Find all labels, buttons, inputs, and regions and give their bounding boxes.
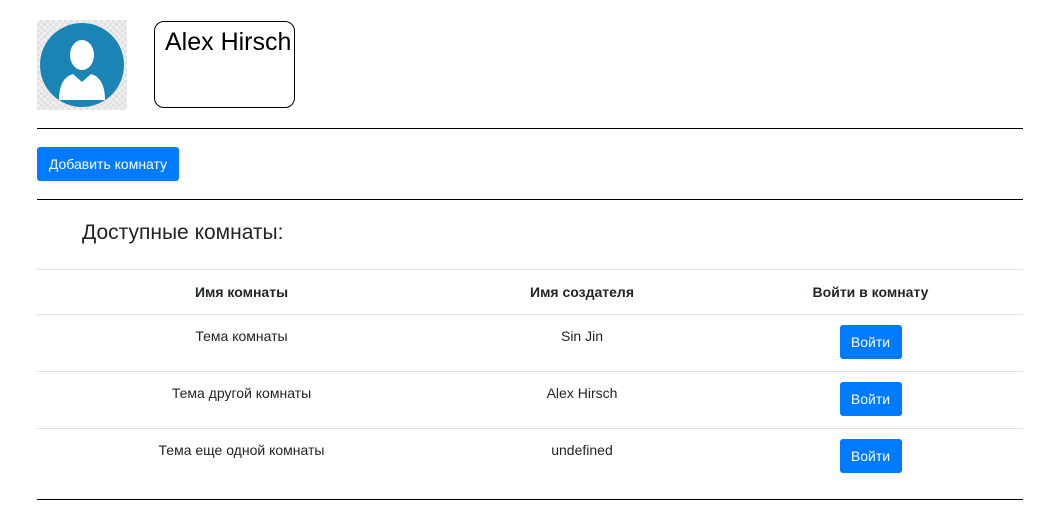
user-name-box: Alex Hirsch xyxy=(154,21,295,108)
rooms-section-title: Доступные комнаты: xyxy=(82,221,284,244)
table-header-row: Имя комнаты Имя создателя Войти в комнат… xyxy=(37,269,1023,315)
divider-top xyxy=(37,128,1023,129)
divider-middle xyxy=(37,199,1023,200)
enter-cell: Войти xyxy=(718,371,1023,429)
column-header-enter: Войти в комнату xyxy=(718,269,1023,315)
table-row: Тема другой комнаты Alex Hirsch Войти xyxy=(37,371,1023,429)
divider-bottom xyxy=(37,499,1023,500)
enter-room-button[interactable]: Войти xyxy=(839,439,902,473)
table-row: Тема комнаты Sin Jin Войти xyxy=(37,314,1023,372)
user-avatar-icon xyxy=(40,23,124,107)
user-name: Alex Hirsch xyxy=(165,28,292,56)
enter-room-button[interactable]: Войти xyxy=(839,382,902,416)
room-name-cell: Тема еще одной комнаты xyxy=(37,428,446,485)
room-name-cell: Тема комнаты xyxy=(37,314,446,372)
column-header-creator: Имя создателя xyxy=(446,269,718,315)
room-name-cell: Тема другой комнаты xyxy=(37,371,446,429)
enter-cell: Войти xyxy=(718,314,1023,372)
creator-cell: Alex Hirsch xyxy=(446,371,718,429)
add-room-button[interactable]: Добавить комнату xyxy=(37,147,179,181)
creator-cell: Sin Jin xyxy=(446,314,718,372)
creator-cell: undefined xyxy=(446,428,718,485)
rooms-table: Имя комнаты Имя создателя Войти в комнат… xyxy=(37,269,1023,485)
user-avatar xyxy=(37,20,127,110)
enter-room-button[interactable]: Войти xyxy=(839,325,902,359)
table-row: Тема еще одной комнаты undefined Войти xyxy=(37,428,1023,485)
enter-cell: Войти xyxy=(718,428,1023,485)
column-header-room-name: Имя комнаты xyxy=(37,269,446,315)
